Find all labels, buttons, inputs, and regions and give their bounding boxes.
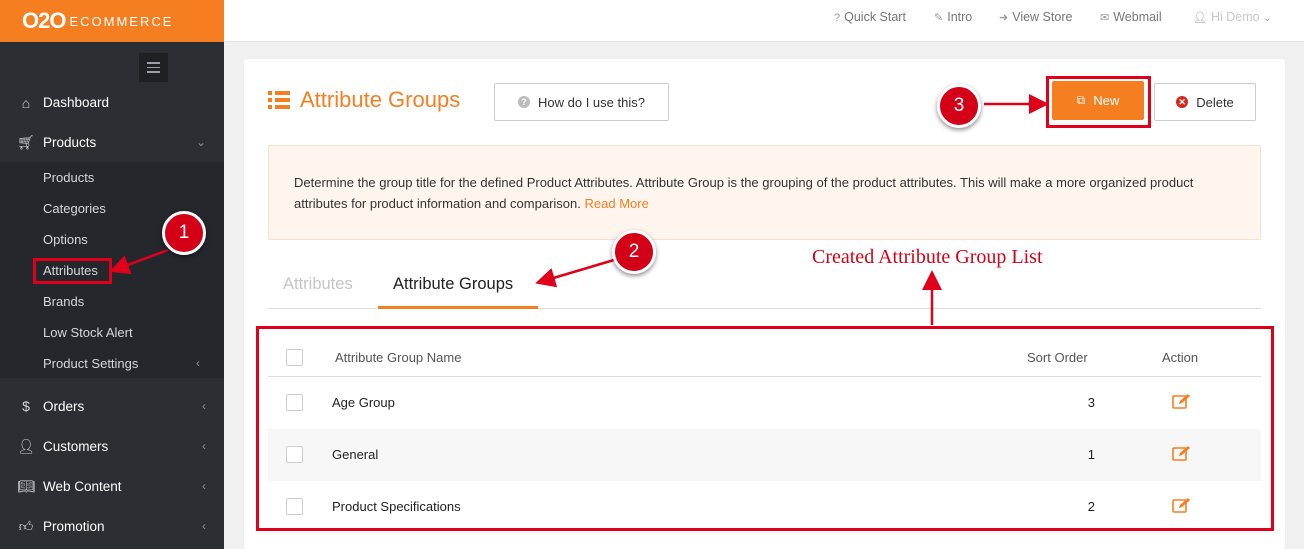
step-2-badge: 2 bbox=[612, 230, 656, 274]
annotation-arrows bbox=[109, 94, 1049, 325]
step-3-badge: 3 bbox=[937, 84, 981, 128]
step-1-badge: 1 bbox=[162, 211, 206, 255]
annotation-list-label: Created Attribute Group List bbox=[812, 246, 1043, 268]
